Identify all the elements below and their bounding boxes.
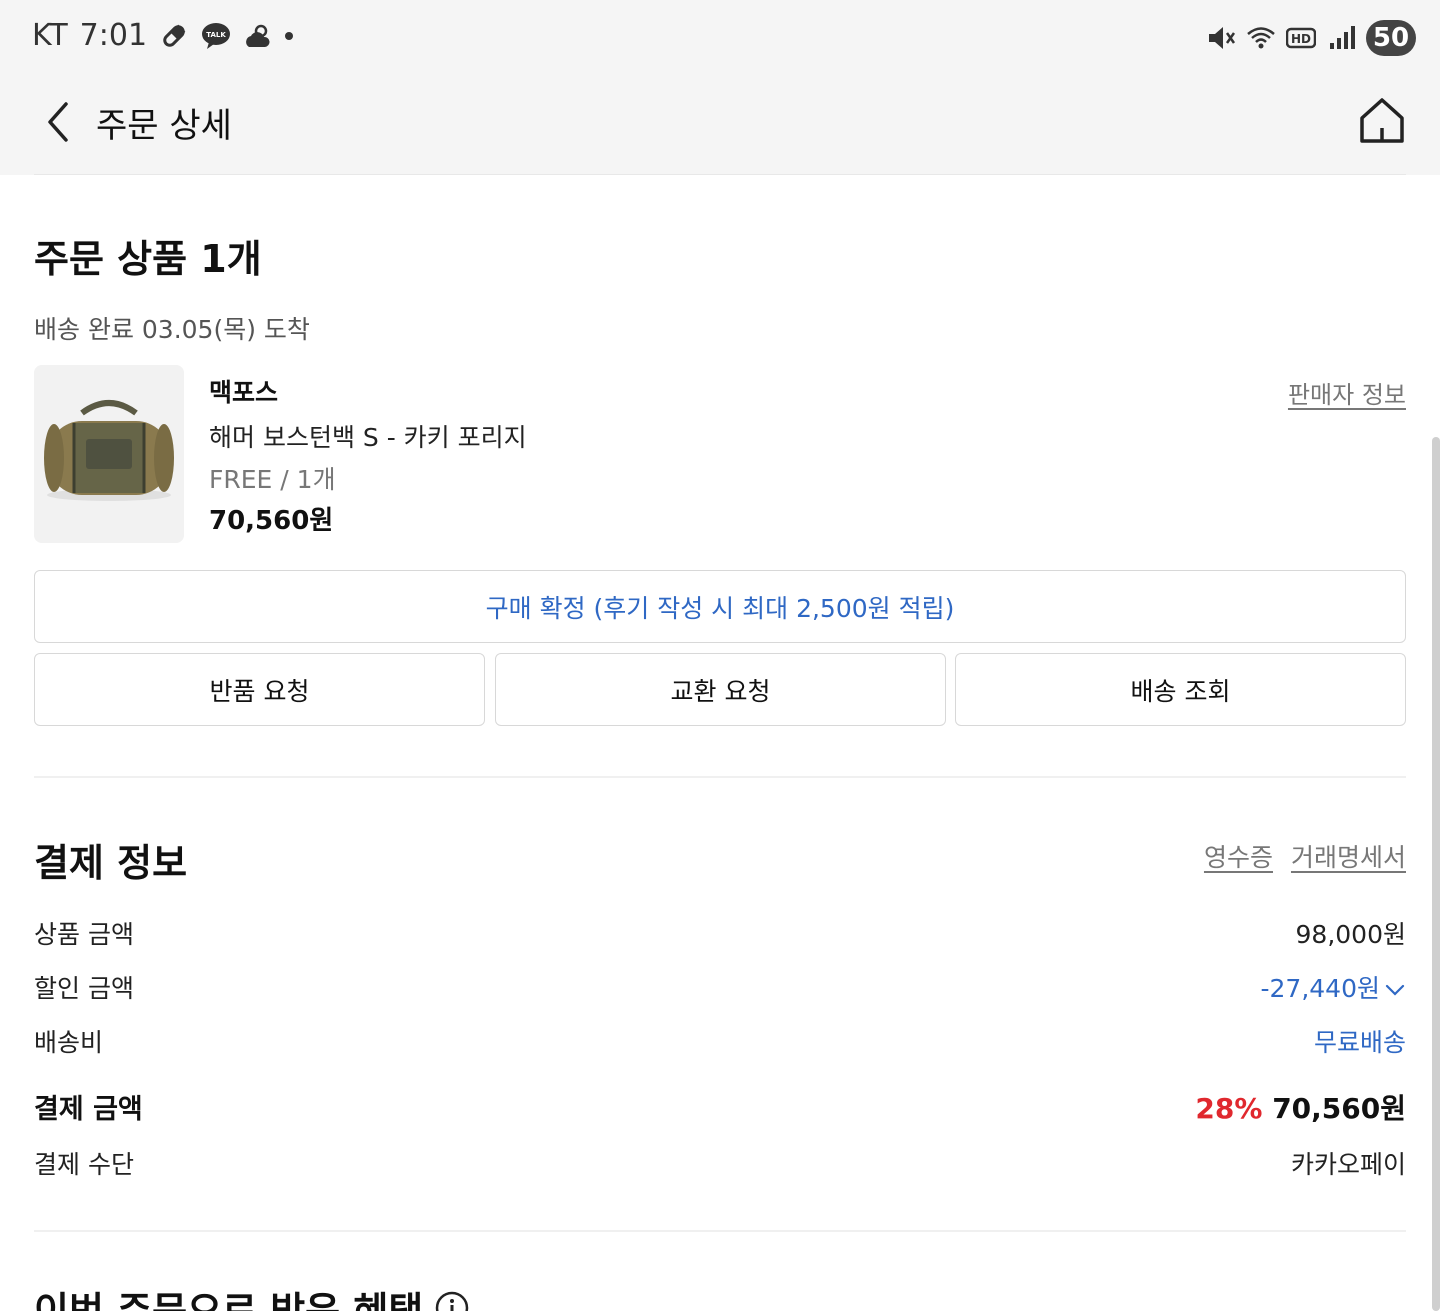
kakaotalk-icon: TALK (202, 22, 231, 49)
section-divider (34, 1230, 1406, 1232)
payment-method-label: 결제 수단 (34, 1150, 134, 1179)
payment-method-value: 카카오페이 (1290, 1150, 1406, 1179)
pill-icon (163, 24, 186, 47)
total-amount: 28% 70,560원 (1195, 1087, 1406, 1127)
svg-text:TALK: TALK (206, 31, 226, 39)
shipping-fee-label: 배송비 (34, 1028, 104, 1057)
discount-amount-label: 할인 금액 (34, 974, 134, 1003)
benefits-title-text: 이번 주문으로 받은 혜택 (34, 1289, 424, 1311)
status-bar: KT 7:01 TALK HD 50 (0, 0, 1440, 78)
total-discount-rate: 28% (1195, 1092, 1263, 1125)
shipping-fee-value: 무료배송 (1313, 1028, 1406, 1057)
product-brand[interactable]: 맥포스 (209, 373, 278, 409)
product-price: 70,560원 (209, 506, 334, 536)
discount-amount-toggle[interactable]: -27,440원 (1261, 969, 1407, 1005)
page-title: 주문 상세 (96, 106, 232, 146)
product-amount-value: 98,000원 (1295, 920, 1406, 949)
return-request-button[interactable]: 반품 요청 (34, 653, 485, 726)
delivery-status: 배송 완료 03.05(목) 도착 (34, 315, 310, 344)
weather-icon (246, 24, 270, 47)
product-amount-label: 상품 금액 (34, 920, 134, 949)
home-icon[interactable] (1356, 94, 1408, 146)
purchase-confirm-button[interactable]: 구매 확정 (후기 작성 시 최대 2,500원 적립) (34, 570, 1406, 643)
discount-amount-value: -27,440원 (1260, 974, 1381, 1003)
app-header: 주문 상세 (0, 78, 1440, 175)
section-divider (34, 776, 1406, 778)
statement-link[interactable]: 거래명세서 (1291, 838, 1406, 874)
info-icon[interactable] (435, 1291, 469, 1311)
benefits-section-title: 이번 주문으로 받은 혜택 (34, 1280, 469, 1311)
track-delivery-button[interactable]: 배송 조회 (955, 653, 1406, 726)
order-section-title: 주문 상품 1개 (34, 237, 262, 281)
total-amount-label: 결제 금액 (34, 1094, 143, 1125)
clock: 7:01 (79, 18, 148, 53)
total-amount-value: 70,560원 (1272, 1092, 1406, 1125)
hd-icon: HD (1286, 27, 1316, 49)
mute-icon (1209, 27, 1236, 49)
receipt-link[interactable]: 영수증 (1204, 838, 1273, 874)
signal-icon (1330, 26, 1355, 49)
svg-text:HD: HD (1291, 32, 1311, 46)
product-thumbnail[interactable] (34, 365, 184, 543)
scrollbar[interactable] (1432, 437, 1440, 1311)
seller-info-link[interactable]: 판매자 정보 (1288, 375, 1406, 410)
notification-dot (285, 31, 294, 40)
battery-indicator: 50 (1366, 20, 1416, 56)
payment-doc-links: 영수증 거래명세서 (1204, 838, 1406, 874)
back-arrow-icon[interactable] (36, 98, 84, 146)
header-divider (34, 174, 1406, 175)
product-name[interactable]: 해머 보스턴백 S - 카키 포리지 (209, 418, 527, 454)
exchange-request-button[interactable]: 교환 요청 (495, 653, 946, 726)
chevron-down-icon (1385, 984, 1405, 996)
top-bar: KT 7:01 TALK HD 50 주문 상세 (0, 0, 1440, 175)
product-option: FREE / 1개 (209, 465, 336, 494)
wifi-icon (1247, 27, 1275, 49)
payment-section-title: 결제 정보 (34, 841, 188, 885)
carrier-label: KT (32, 18, 68, 53)
duffel-bag-image (34, 365, 184, 543)
